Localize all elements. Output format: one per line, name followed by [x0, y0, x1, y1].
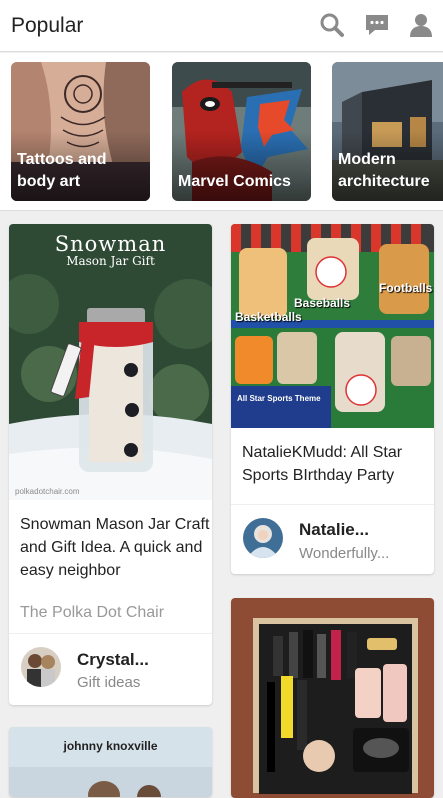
pin-image[interactable]: Snowman Mason Jar Gift polkadotchair.com [9, 224, 212, 500]
image-title: Snowman [54, 232, 167, 256]
image-label: Footballs [379, 281, 433, 295]
pin-description: Snowman Mason Jar Craft and Gift Idea. A… [20, 516, 210, 579]
pinner-name[interactable]: Natalie... [299, 520, 369, 540]
profile-icon[interactable] [408, 12, 434, 38]
pinner-name[interactable]: Crystal... [77, 650, 149, 670]
image-label: Baseballs [294, 296, 351, 310]
image-credit: polkadotchair.com [15, 487, 80, 496]
divider [231, 504, 434, 505]
avatar[interactable] [21, 647, 61, 687]
image-label: Basketballs [235, 310, 302, 324]
pin-description: NatalieKMudd: All Star Sports BIrthday P… [242, 444, 403, 484]
app-header: Popular [0, 0, 443, 52]
category-modern-architecture[interactable]: Modern architecture [332, 62, 443, 201]
pin-image[interactable]: Baseballs Footballs Basketballs All Star… [231, 224, 434, 428]
pin-card-sports-party[interactable]: Baseballs Footballs Basketballs All Star… [231, 224, 434, 574]
category-label: Tattoos and body art [17, 151, 107, 190]
makeup-image [231, 598, 434, 798]
knoxville-image [9, 727, 212, 797]
page-title: Popular [11, 14, 84, 37]
category-strip: Tattoos and body art Marvel Comics Moder… [0, 53, 443, 211]
pin-card-knoxville[interactable]: johnny knoxville [9, 727, 212, 797]
avatar-image [243, 518, 283, 558]
pin-source[interactable]: The Polka Dot Chair [20, 604, 164, 622]
pin-card-makeup[interactable] [231, 598, 434, 798]
board-name[interactable]: Gift ideas [77, 674, 140, 691]
avatar[interactable] [243, 518, 283, 558]
category-tattoos[interactable]: Tattoos and body art [11, 62, 150, 201]
messages-icon[interactable] [364, 12, 390, 38]
category-marvel-comics[interactable]: Marvel Comics [172, 62, 311, 201]
category-label: Marvel Comics [178, 173, 291, 190]
avatar-image [21, 647, 61, 687]
divider [9, 633, 212, 634]
category-label: Modern architecture [338, 151, 430, 190]
board-name[interactable]: Wonderfully... [299, 545, 389, 562]
pin-card-snowman[interactable]: Snowman Mason Jar Gift polkadotchair.com… [9, 224, 212, 705]
image-label: All Star Sports Theme [237, 394, 321, 403]
image-subtitle: Mason Jar Gift [66, 254, 155, 268]
image-title: johnny knoxville [63, 739, 158, 753]
search-icon[interactable] [319, 12, 345, 38]
